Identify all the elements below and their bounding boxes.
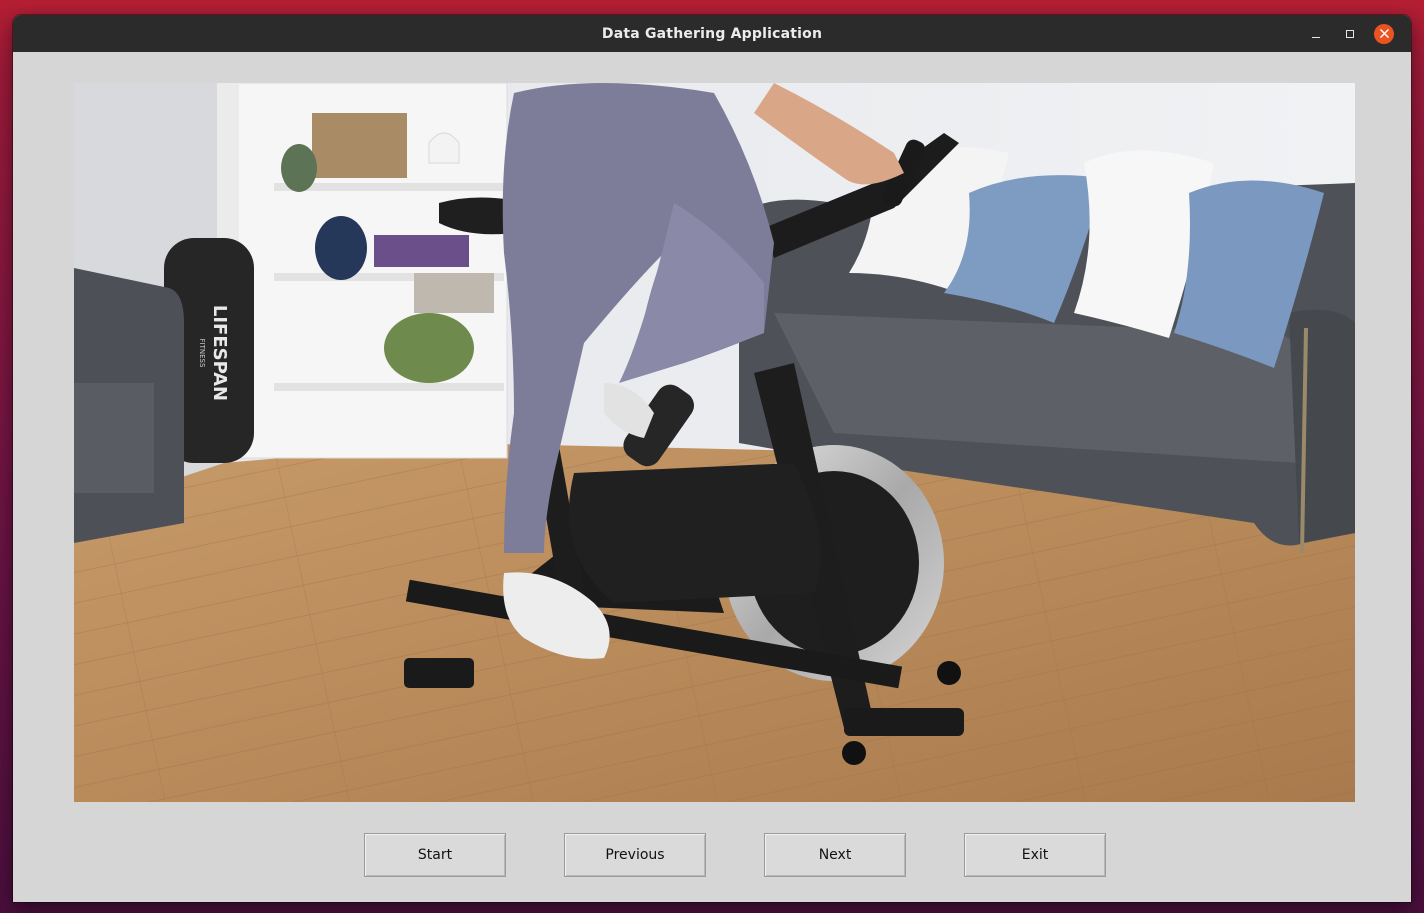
next-button[interactable]: Next <box>764 833 906 877</box>
exit-button[interactable]: Exit <box>964 833 1106 877</box>
maximize-button[interactable] <box>1333 15 1367 52</box>
button-row: Start Previous Next Exit <box>13 833 1411 877</box>
title-bar[interactable]: Data Gathering Application <box>13 15 1411 52</box>
maximize-icon <box>1346 29 1354 38</box>
video-frame-image: LIFESPAN FITNESS <box>74 83 1355 802</box>
app-window: Data Gathering Application LIFESPAN FITN… <box>13 15 1411 902</box>
window-title: Data Gathering Application <box>601 25 823 42</box>
mat-logo-text: LIFESPAN <box>209 305 230 401</box>
start-button[interactable]: Start <box>364 833 506 877</box>
window-controls <box>1299 15 1401 52</box>
close-button[interactable] <box>1367 15 1401 52</box>
previous-button[interactable]: Previous <box>564 833 706 877</box>
close-icon <box>1374 23 1394 44</box>
mat-logo-subtext: FITNESS <box>198 339 206 368</box>
exercise-bike-scene: LIFESPAN FITNESS <box>74 83 1355 802</box>
minimize-button[interactable] <box>1299 15 1333 52</box>
minimize-icon <box>1312 37 1320 38</box>
